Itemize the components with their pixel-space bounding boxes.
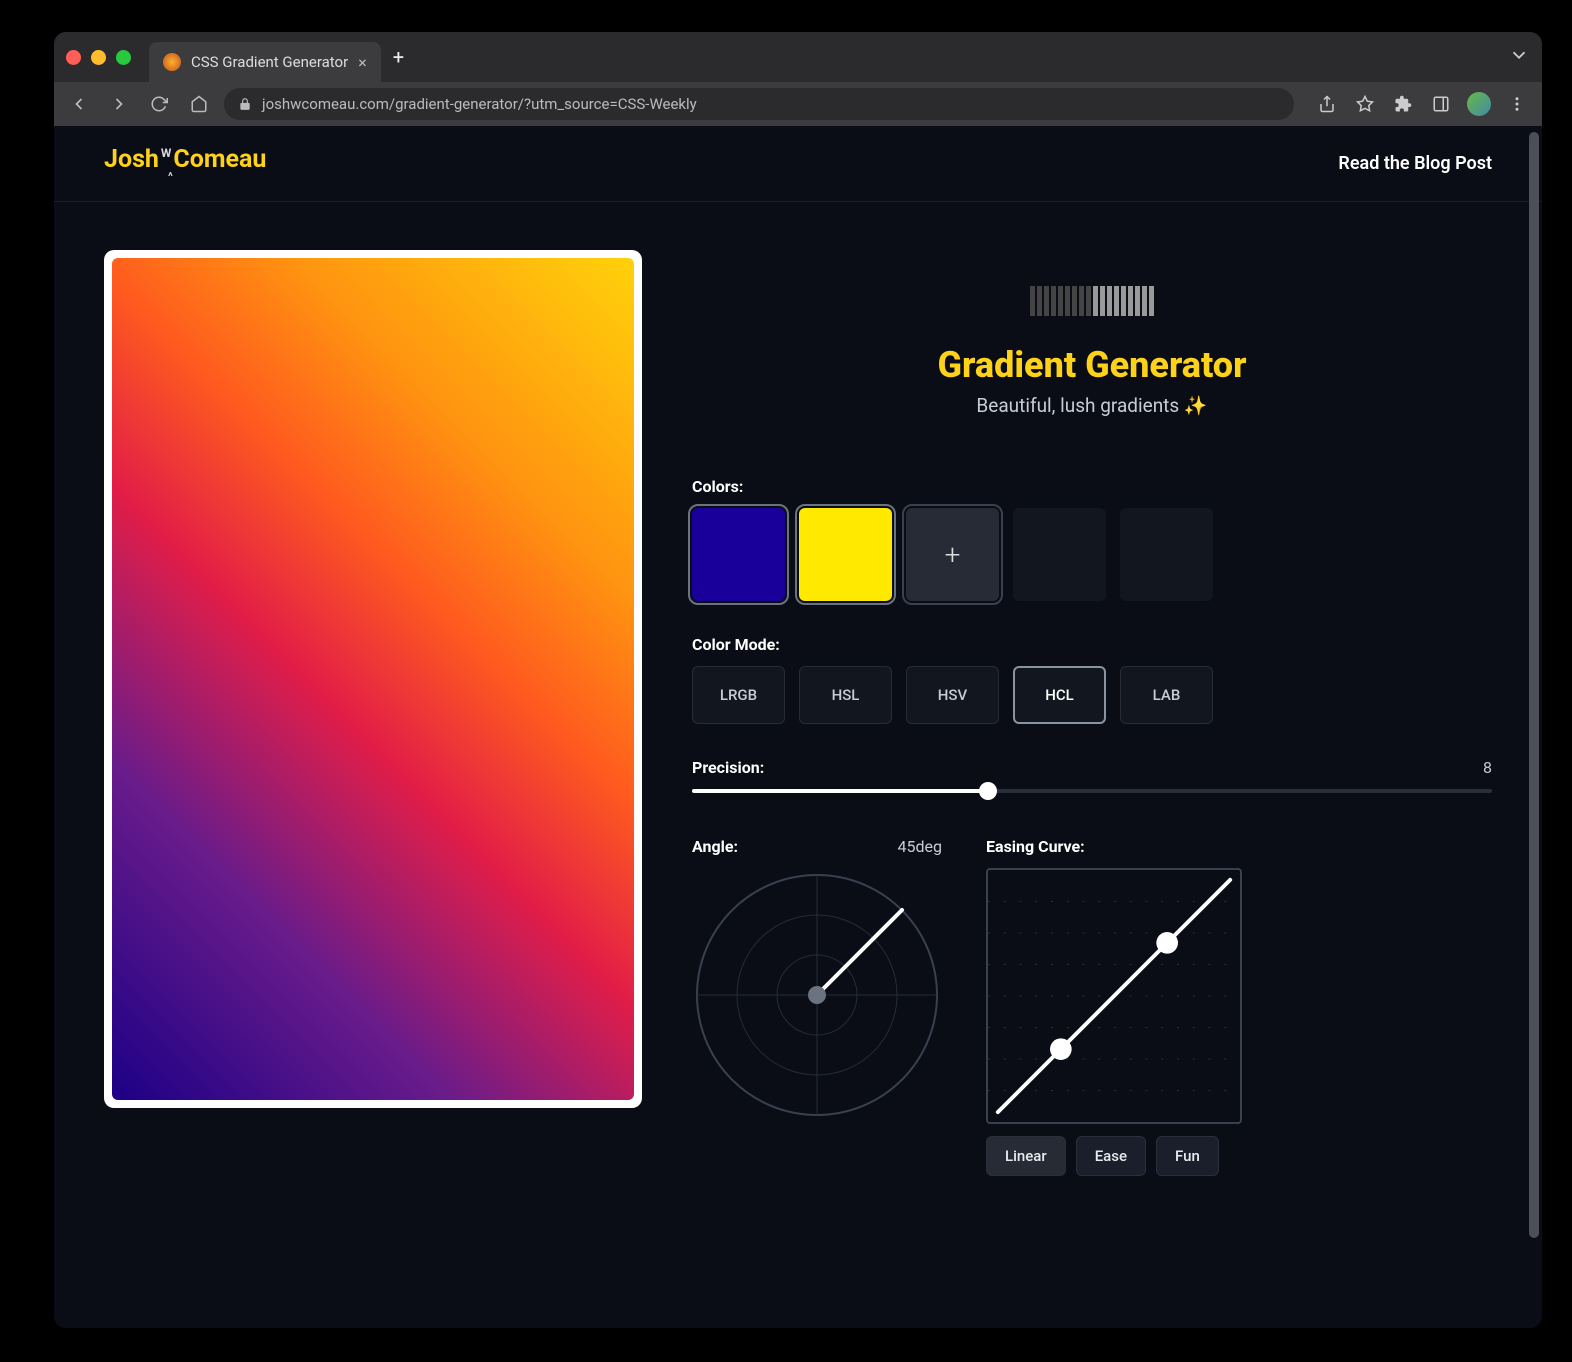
back-button[interactable] — [64, 89, 94, 119]
decorative-barcode — [692, 286, 1492, 316]
color-swatch-1[interactable] — [692, 508, 785, 601]
color-slot-empty — [1120, 508, 1213, 601]
precision-slider[interactable] — [692, 789, 1492, 793]
window-controls — [66, 50, 131, 65]
precision-label-text: Precision: — [692, 758, 764, 777]
color-mode-label: Color Mode: — [692, 635, 1492, 654]
profile-avatar[interactable] — [1464, 89, 1494, 119]
maximize-button[interactable] — [116, 50, 131, 65]
share-icon[interactable] — [1312, 89, 1342, 119]
site-logo[interactable]: JoshWComeau ^ — [104, 145, 266, 183]
easing-linear[interactable]: Linear — [986, 1136, 1066, 1176]
page-subtitle: Beautiful, lush gradients ✨ — [692, 394, 1492, 417]
new-tab-button[interactable]: + — [393, 45, 404, 69]
browser-window: CSS Gradient Generator × + joshwcomeau.c… — [54, 32, 1542, 1328]
easing-fun[interactable]: Fun — [1156, 1136, 1219, 1176]
easing-label: Easing Curve: — [986, 837, 1492, 856]
mode-hsv[interactable]: HSV — [906, 666, 999, 724]
mode-hcl[interactable]: HCL — [1013, 666, 1106, 724]
color-mode-group: LRGB HSL HSV HCL LAB — [692, 666, 1492, 724]
gradient-preview-frame — [104, 250, 642, 1108]
browser-tab[interactable]: CSS Gradient Generator × — [149, 42, 381, 82]
close-button[interactable] — [66, 50, 81, 65]
angle-label-text: Angle: — [692, 837, 738, 856]
precision-value: 8 — [1483, 758, 1492, 777]
angle-dial[interactable] — [692, 870, 942, 1120]
scrollbar[interactable] — [1529, 132, 1539, 1238]
angle-label: Angle: 45deg — [692, 837, 942, 856]
home-button[interactable] — [184, 89, 214, 119]
reload-button[interactable] — [144, 89, 174, 119]
blog-post-link[interactable]: Read the Blog Post — [1338, 153, 1492, 174]
precision-label: Precision: 8 — [692, 758, 1492, 777]
minimize-button[interactable] — [91, 50, 106, 65]
site-header: JoshWComeau ^ Read the Blog Post — [54, 126, 1542, 202]
logo-first: Josh — [104, 145, 159, 174]
forward-button[interactable] — [104, 89, 134, 119]
gradient-preview — [112, 258, 634, 1100]
colors-label: Colors: — [692, 477, 1492, 496]
easing-ease[interactable]: Ease — [1076, 1136, 1146, 1176]
close-tab-icon[interactable]: × — [358, 53, 367, 72]
color-swatch-2[interactable] — [799, 508, 892, 601]
add-color-button[interactable]: + — [906, 508, 999, 601]
menu-icon[interactable] — [1502, 89, 1532, 119]
color-slot-empty — [1013, 508, 1106, 601]
extensions-icon[interactable] — [1388, 89, 1418, 119]
panel-icon[interactable] — [1426, 89, 1456, 119]
browser-toolbar: joshwcomeau.com/gradient-generator/?utm_… — [54, 82, 1542, 126]
chevron-down-icon[interactable] — [1508, 44, 1530, 70]
tab-title: CSS Gradient Generator — [191, 53, 348, 71]
favicon-icon — [163, 53, 181, 71]
color-swatches: + — [692, 508, 1492, 601]
easing-preset-group: Linear Ease Fun — [986, 1136, 1492, 1176]
mode-lrgb[interactable]: LRGB — [692, 666, 785, 724]
page-title: Gradient Generator — [692, 344, 1492, 386]
url-text: joshwcomeau.com/gradient-generator/?utm_… — [262, 95, 697, 113]
easing-curve-editor[interactable] — [986, 868, 1242, 1124]
angle-value: 45deg — [898, 837, 942, 856]
bookmark-icon[interactable] — [1350, 89, 1380, 119]
mode-lab[interactable]: LAB — [1120, 666, 1213, 724]
slider-thumb[interactable] — [979, 782, 997, 800]
mode-hsl[interactable]: HSL — [799, 666, 892, 724]
logo-second: Comeau — [173, 145, 266, 174]
slider-fill — [692, 789, 988, 793]
page-body: JoshWComeau ^ Read the Blog Post Gradien… — [54, 126, 1542, 1328]
lock-icon — [238, 97, 252, 111]
browser-tabstrip: CSS Gradient Generator × + — [54, 32, 1542, 82]
controls-panel: Gradient Generator Beautiful, lush gradi… — [692, 250, 1492, 1176]
address-bar[interactable]: joshwcomeau.com/gradient-generator/?utm_… — [224, 88, 1294, 120]
